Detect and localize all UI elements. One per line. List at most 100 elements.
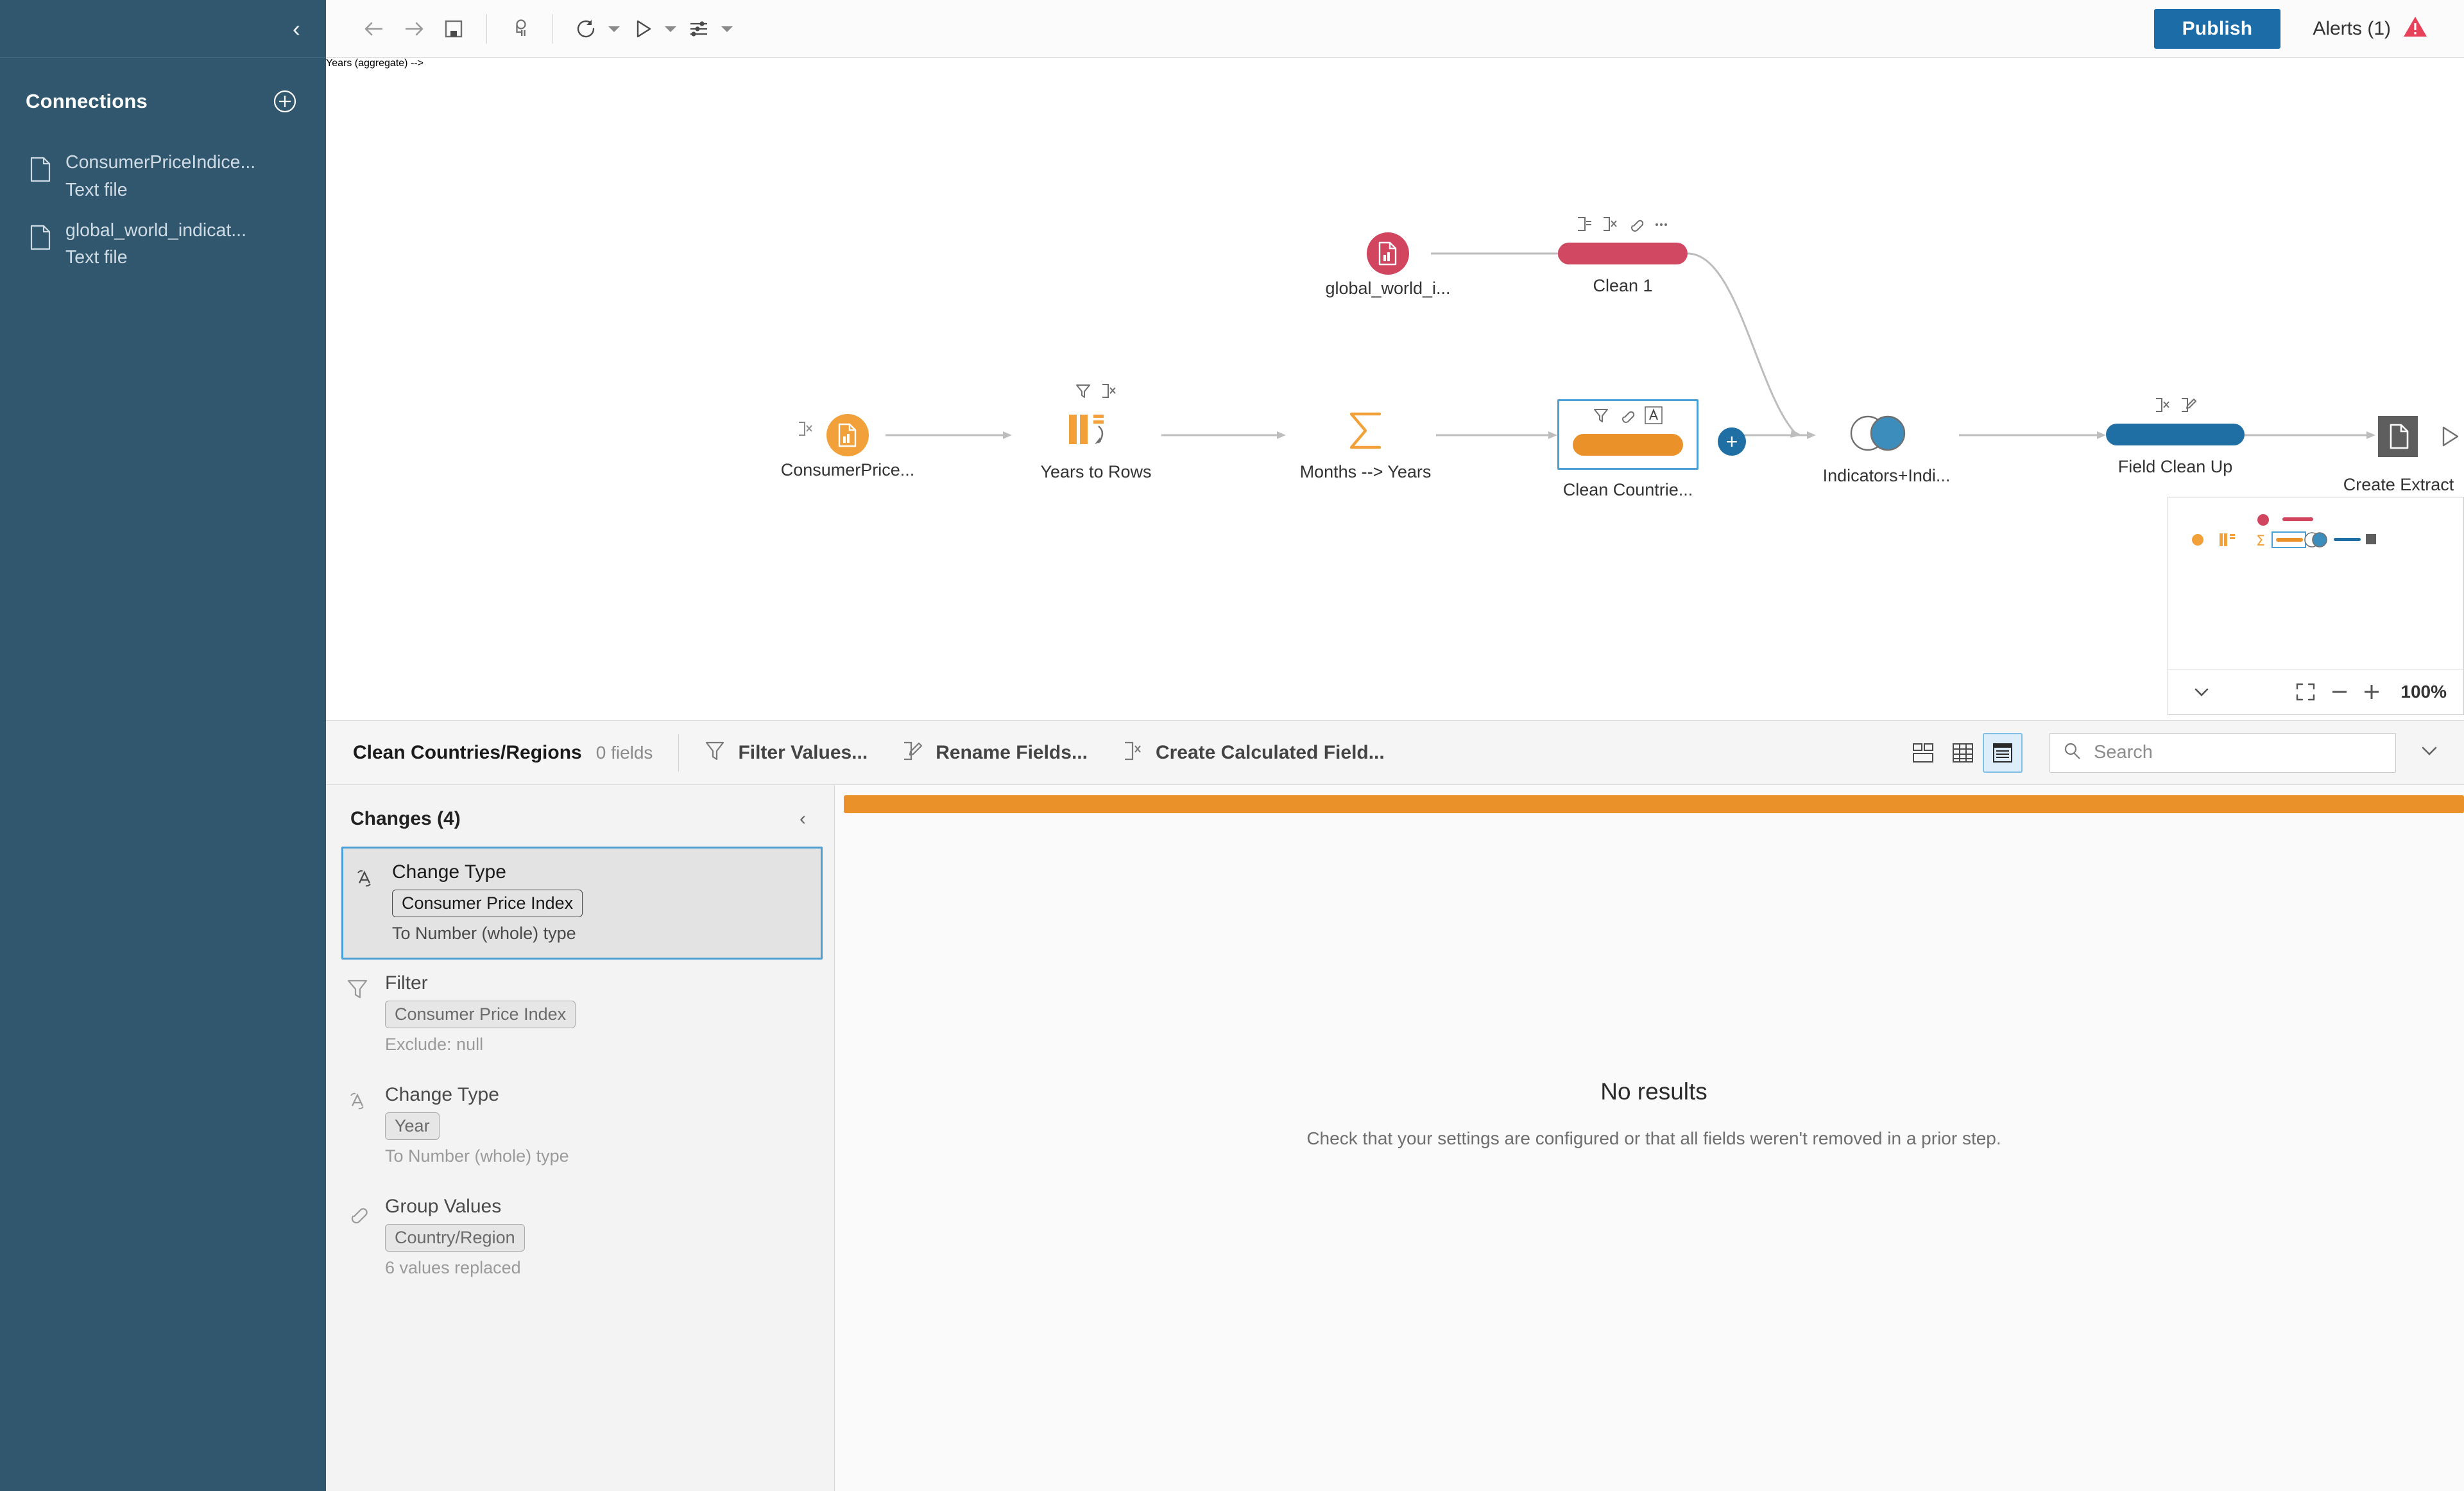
connection-item[interactable]: ConsumerPriceIndice... Text file [0, 142, 326, 211]
change-description: To Number (whole) type [392, 924, 576, 943]
connection-type: Text file [65, 179, 128, 200]
no-results-message: No results Check that your settings are … [844, 736, 2464, 1491]
add-connection-icon[interactable] [272, 89, 298, 114]
change-title: Group Values [385, 1196, 502, 1217]
flow-node-field-clean-up[interactable]: Field Clean Up [2106, 398, 2245, 476]
no-results-subtitle: Check that your settings are configured … [1306, 1128, 2001, 1148]
redo-button[interactable] [394, 9, 434, 49]
top-toolbar: Publish Alerts (1) [326, 0, 2464, 58]
flow-node-years-to-rows[interactable]: Years to Rows [1040, 384, 1152, 481]
undo-button[interactable] [354, 9, 394, 49]
remove-field-icon[interactable] [1100, 383, 1117, 402]
change-field-chip[interactable]: Consumer Price Index [385, 1001, 576, 1028]
minimap-body[interactable]: Σ [2168, 497, 2463, 669]
change-field-chip[interactable]: Consumer Price Index [392, 890, 583, 917]
field-count-label: 0 fields [595, 742, 653, 763]
connection-type: Text file [65, 247, 128, 268]
change-type-icon [346, 1089, 372, 1117]
flow-node-label: global_world_i... [1325, 279, 1451, 298]
node-badges [2154, 397, 2196, 417]
rename-field-icon[interactable] [2180, 397, 2196, 417]
change-type-icon [354, 866, 379, 894]
file-icon [30, 157, 51, 185]
change-item[interactable]: Change Type Year To Number (whole) type [326, 1071, 834, 1183]
publish-button[interactable]: Publish [2153, 8, 2281, 49]
fit-to-screen-icon[interactable] [2288, 682, 2323, 702]
connections-header: Connections [0, 58, 326, 114]
change-field-chip[interactable]: Year [385, 1112, 440, 1140]
alerts-button[interactable]: Alerts (1) [2313, 15, 2428, 42]
remove-field-icon[interactable] [1602, 216, 1618, 236]
changes-title: Changes (4) [350, 808, 461, 829]
save-button[interactable] [434, 9, 474, 49]
no-results-title: No results [1600, 1078, 1707, 1105]
flow-node-label: ConsumerPrice... [780, 460, 915, 479]
filter-icon [346, 978, 372, 1004]
group-values-icon[interactable] [1627, 216, 1644, 236]
run-output-icon[interactable] [2436, 422, 2464, 454]
toolbar-divider [552, 13, 553, 44]
flow-node-label: Clean 1 [1593, 276, 1653, 295]
minimap-collapse-icon[interactable] [2185, 685, 2218, 698]
flow-node-create-extract[interactable]: Create Extract [2343, 413, 2459, 494]
connection-item[interactable]: global_world_indicat... Text file [0, 211, 326, 279]
run-flow-button[interactable] [622, 9, 662, 49]
flow-node-global-world[interactable]: global_world_i... [1325, 232, 1451, 298]
flow-node-label: Indicators+Indi... [1822, 466, 1951, 485]
flow-node-consumerprice[interactable]: ConsumerPrice... [781, 414, 914, 479]
settings-dropdown-caret[interactable] [719, 9, 735, 49]
changes-header: Changes (4) ‹ [326, 785, 834, 847]
alerts-label: Alerts (1) [2313, 17, 2391, 39]
flow-canvas[interactable]: global_world_i... Clean 1 ConsumerPrice.… [326, 58, 2464, 721]
warning-triangle-icon [2402, 15, 2428, 42]
clean-step-bar [1573, 434, 1683, 456]
node-badges [1593, 406, 1663, 428]
changes-collapse-icon[interactable]: ‹ [800, 808, 806, 830]
node-badges [1576, 216, 1670, 236]
left-sidebar: ‹ Connections ConsumerPriceIndice... Tex… [0, 0, 326, 1491]
toolbar-divider [678, 734, 680, 771]
flow-node-indicators-join[interactable]: Indicators+Indi... [1816, 411, 1957, 485]
flow-connectors [886, 250, 2375, 439]
add-step-button[interactable]: + [1718, 427, 1746, 456]
flow-minimap[interactable]: Σ 100% [2168, 497, 2464, 715]
run-dropdown-caret[interactable] [662, 9, 679, 49]
flow-settings-button[interactable] [679, 9, 719, 49]
change-description: 6 values replaced [385, 1258, 521, 1277]
flow-node-label: Years to Rows [1040, 462, 1152, 481]
refresh-dropdown-caret[interactable] [606, 9, 622, 49]
change-title: Change Type [392, 861, 506, 883]
clean-step-bar [1558, 243, 1688, 264]
sidebar-collapse-icon[interactable]: ‹ [293, 17, 300, 40]
change-field-chip[interactable]: Country/Region [385, 1224, 525, 1252]
change-item[interactable]: Filter Consumer Price Index Exclude: nul… [326, 960, 834, 1071]
change-item[interactable]: Change Type Consumer Price Index To Numb… [341, 847, 823, 960]
filter-icon[interactable] [1075, 383, 1091, 402]
refresh-button[interactable] [566, 9, 606, 49]
flow-node-label: Field Clean Up [2118, 457, 2233, 476]
file-icon [30, 225, 51, 254]
zoom-in-icon[interactable] [2356, 682, 2388, 702]
pause-flow-button[interactable] [500, 9, 540, 49]
tableau-prep-window: ‹ Connections ConsumerPriceIndice... Tex… [0, 0, 2464, 1491]
change-type-icon[interactable] [1644, 406, 1663, 428]
filter-icon [705, 740, 725, 765]
main-area: Publish Alerts (1) global_world_i... Cle… [326, 0, 2464, 1491]
flow-node-months-years[interactable]: Months --> Years [1300, 409, 1431, 481]
group-values-icon[interactable] [1618, 407, 1635, 427]
changes-panel: Changes (4) ‹ Change Type Consumer Price… [326, 785, 835, 1491]
more-icon[interactable] [1653, 216, 1670, 236]
filter-icon[interactable] [1593, 407, 1609, 427]
rename-icon[interactable] [1576, 216, 1593, 236]
zoom-out-icon[interactable] [2323, 689, 2356, 695]
remove-field-icon[interactable] [2154, 397, 2171, 417]
flow-node-clean-1[interactable]: Clean 1 [1558, 217, 1688, 295]
lower-area: Changes (4) ‹ Change Type Consumer Price… [326, 785, 2464, 1491]
flow-node-label: Months --> Years [1299, 462, 1432, 481]
change-title: Change Type [385, 1084, 499, 1105]
change-item[interactable]: Group Values Country/Region 6 values rep… [326, 1183, 834, 1295]
clean-step-bar [2106, 424, 2245, 445]
zoom-level-label[interactable]: 100% [2400, 682, 2447, 702]
connections-title: Connections [26, 90, 148, 112]
minimap-input-red [2257, 514, 2269, 526]
